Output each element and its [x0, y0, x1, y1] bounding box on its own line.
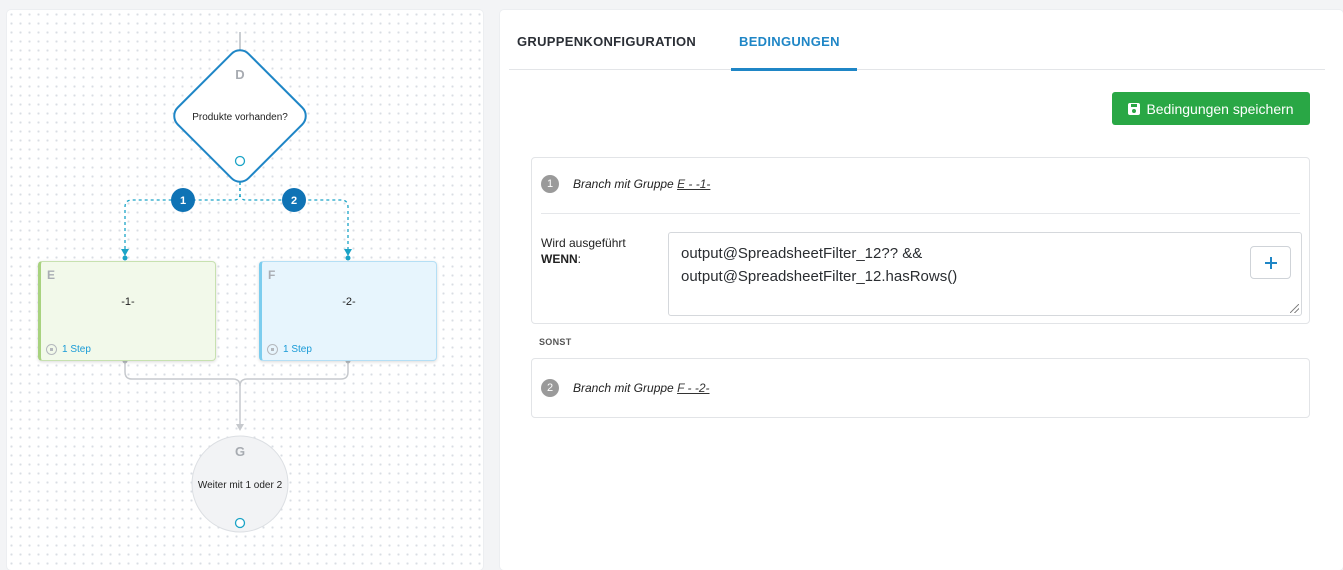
badge-number: 1	[180, 195, 186, 207]
merge-edge-1	[124, 363, 241, 387]
merge-label: Weiter mit 1 oder 2	[198, 480, 283, 491]
group-title: -2-	[342, 296, 356, 308]
group-steps-label: 1 Step	[283, 344, 312, 355]
branch-title: Branch mit Gruppe E - -1-	[573, 177, 710, 191]
branch-title-prefix: Branch mit Gruppe	[573, 381, 674, 395]
branch-card-1: 1 Branch mit Gruppe E - -1- Wird ausgefü…	[531, 157, 1310, 324]
arrowhead-1	[121, 249, 129, 256]
branch-badge-1[interactable]: 1	[171, 188, 195, 212]
condition-line-2: output@SpreadsheetFilter_12.hasRows()	[681, 268, 958, 285]
port-dot	[122, 255, 128, 261]
add-condition-button[interactable]	[1250, 246, 1291, 279]
config-panel: GRUPPENKONFIGURATION BEDINGUNGEN Bedingu…	[500, 10, 1343, 570]
decision-node-d[interactable]: D Produkte vorhanden?	[169, 45, 310, 186]
condition-label: Wird ausgeführt WENN:	[541, 235, 626, 267]
group-node-e[interactable]: E -1- 1 Step	[38, 261, 216, 361]
group-letter: F	[268, 268, 276, 282]
port-dot	[345, 255, 351, 261]
branch-title-prefix: Branch mit Gruppe	[573, 177, 674, 191]
branch-header: 1 Branch mit Gruppe E - -1-	[541, 175, 710, 193]
flow-canvas[interactable]: D Produkte vorhanden? 1 2 G Weiter mit 1…	[7, 10, 483, 570]
group-title: -1-	[121, 296, 135, 308]
decision-letter: D	[235, 67, 244, 82]
branch-group-link[interactable]: E - -1-	[677, 177, 710, 191]
active-tab-indicator	[731, 68, 857, 71]
save-conditions-label: Bedingungen speichern	[1146, 100, 1294, 117]
condition-label-text: Wird ausgeführt	[541, 236, 626, 250]
tab-bedingungen[interactable]: BEDINGUNGEN	[739, 34, 840, 49]
tab-gruppenkonfiguration[interactable]: GRUPPENKONFIGURATION	[517, 34, 696, 49]
badge-number: 2	[291, 195, 297, 207]
group-node-f[interactable]: F -2- 1 Step	[259, 261, 437, 361]
group-steps[interactable]: 1 Step	[267, 344, 312, 355]
pause-circle-icon	[46, 344, 57, 355]
merge-node-g[interactable]: G Weiter mit 1 oder 2	[191, 435, 289, 533]
merge-edge-2	[239, 363, 349, 387]
tab-bar: GRUPPENKONFIGURATION BEDINGUNGEN	[509, 10, 1325, 71]
plus-icon	[1264, 256, 1277, 269]
branch-number-badge: 2	[541, 379, 559, 397]
else-label: SONST	[539, 337, 572, 347]
group-steps[interactable]: 1 Step	[46, 344, 91, 355]
save-conditions-button[interactable]: Bedingungen speichern	[1112, 92, 1310, 125]
decision-label: Produkte vorhanden?	[192, 112, 288, 123]
branch-title: Branch mit Gruppe F - -2-	[573, 381, 710, 395]
arrowhead-2	[344, 249, 352, 256]
merge-letter: G	[235, 444, 245, 459]
branch-group-link[interactable]: F - -2-	[677, 381, 709, 395]
branch-card-2: 2 Branch mit Gruppe F - -2-	[531, 358, 1310, 418]
floppy-disk-icon	[1128, 102, 1141, 115]
condition-label-bold: WENN	[541, 252, 578, 266]
group-steps-label: 1 Step	[62, 344, 91, 355]
pause-circle-icon	[267, 344, 278, 355]
group-letter: E	[47, 268, 56, 282]
condition-line-1: output@SpreadsheetFilter_12?? &&	[681, 245, 923, 262]
branch-number-badge: 1	[541, 175, 559, 193]
condition-textarea[interactable]: output@SpreadsheetFilter_12?? && output@…	[668, 232, 1302, 316]
decision-port-icon[interactable]	[234, 155, 246, 167]
resize-handle-icon[interactable]	[1290, 304, 1299, 313]
divider	[541, 213, 1300, 214]
branch-header: 2 Branch mit Gruppe F - -2-	[541, 379, 710, 397]
condition-label-suffix: :	[577, 252, 582, 266]
merge-arrowhead	[236, 424, 244, 431]
branch-badge-2[interactable]: 2	[282, 188, 306, 212]
merge-port-icon[interactable]	[234, 517, 246, 529]
